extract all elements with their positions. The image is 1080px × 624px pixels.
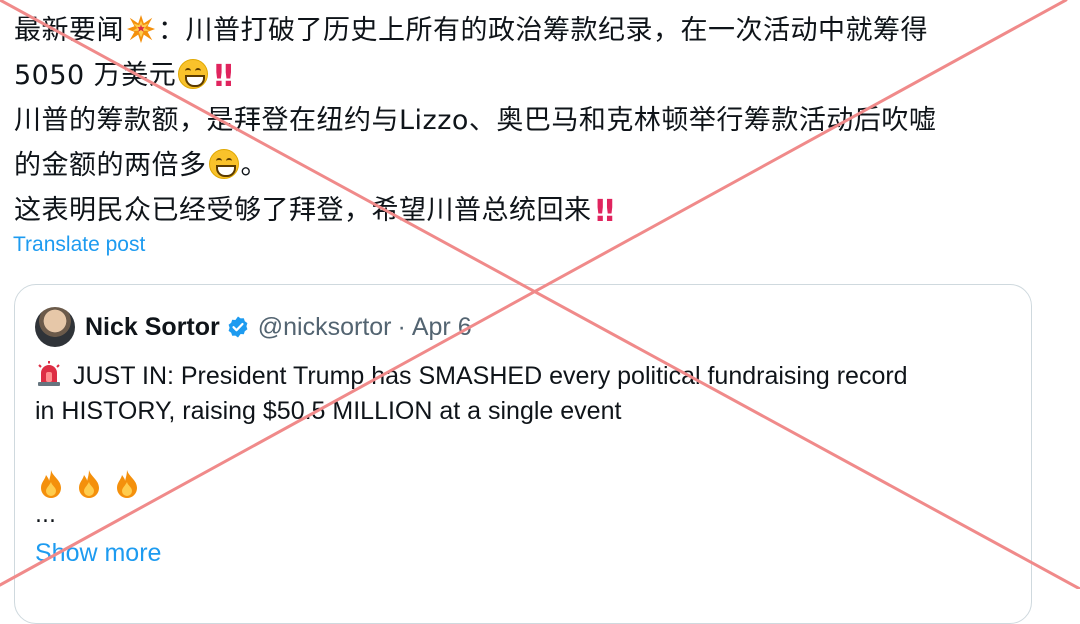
quoted-post-header: Nick Sortor @nicksortor · Apr 6 bbox=[35, 305, 472, 349]
fire-emoji-row bbox=[35, 468, 143, 500]
verified-badge-icon bbox=[228, 316, 248, 338]
translate-post-link[interactable]: Translate post bbox=[13, 233, 145, 257]
grinning-face-emoji-icon bbox=[208, 149, 239, 179]
post-line-4: 的金额的两倍多 。 bbox=[14, 143, 1064, 188]
double-exclamation-emoji-icon: ‼ bbox=[595, 194, 615, 229]
post-text-conclusion: 这表明民众已经受够了拜登，希望川普总统回来 bbox=[14, 195, 592, 226]
post-text-period: 。 bbox=[240, 150, 268, 181]
post-line-2: 5050 万美元 ‼ bbox=[14, 53, 1064, 98]
post-date[interactable]: Apr 6 bbox=[412, 313, 472, 342]
avatar[interactable] bbox=[35, 307, 75, 347]
post-text-amount: 5050 万美元 bbox=[14, 60, 177, 91]
quoted-post-text-line2: in HISTORY, raising $50.5 MILLION at a s… bbox=[35, 397, 622, 425]
post-line-5: 这表明民众已经受够了拜登，希望川普总统回来 ‼ bbox=[14, 188, 1064, 233]
post-text-comparison-end: 的金额的两倍多 bbox=[14, 150, 207, 181]
collision-emoji-icon bbox=[126, 14, 156, 44]
fire-emoji-icon bbox=[117, 470, 137, 498]
siren-emoji-icon bbox=[38, 361, 60, 386]
show-more-link[interactable]: Show more bbox=[35, 539, 161, 568]
post-line-1: 最新要闻 ：川普打破了历史上所有的政治筹款纪录，在一次活动中就筹得 bbox=[14, 8, 1064, 53]
date-separator: · bbox=[397, 312, 406, 341]
post-text: 最新要闻 ：川普打破了历史上所有的政治筹款纪录，在一次活动中就筹得 5050 万… bbox=[14, 8, 1064, 233]
quoted-post-text: JUST IN: President Trump has SMASHED eve… bbox=[35, 359, 1015, 429]
truncation-ellipsis: ... bbox=[35, 503, 56, 528]
post-text-line1-rest: ：川普打破了历史上所有的政治筹款纪录，在一次活动中就筹得 bbox=[158, 15, 928, 46]
author-name[interactable]: Nick Sortor bbox=[85, 313, 220, 342]
author-handle[interactable]: @nicksortor bbox=[258, 313, 392, 342]
post-line-3: 川普的筹款额，是拜登在纽约与Lizzo、奥巴马和克林顿举行筹款活动后吹嘘 bbox=[14, 98, 1064, 143]
post-text-comparison: 川普的筹款额，是拜登在纽约与Lizzo、奥巴马和克林顿举行筹款活动后吹嘘 bbox=[14, 105, 937, 136]
grinning-face-emoji-icon bbox=[178, 59, 209, 89]
double-exclamation-emoji-icon: ‼ bbox=[214, 59, 233, 94]
quoted-post-line-1: JUST IN: President Trump has SMASHED eve… bbox=[35, 359, 1015, 394]
quoted-post-text-line1: JUST IN: President Trump has SMASHED eve… bbox=[73, 362, 908, 390]
fire-emoji-icon bbox=[41, 470, 61, 498]
fire-emoji-icon bbox=[79, 470, 99, 498]
post-text-headline: 最新要闻 bbox=[14, 15, 124, 46]
quoted-post-card[interactable]: Nick Sortor @nicksortor · Apr 6 JUST IN:… bbox=[14, 284, 1032, 624]
